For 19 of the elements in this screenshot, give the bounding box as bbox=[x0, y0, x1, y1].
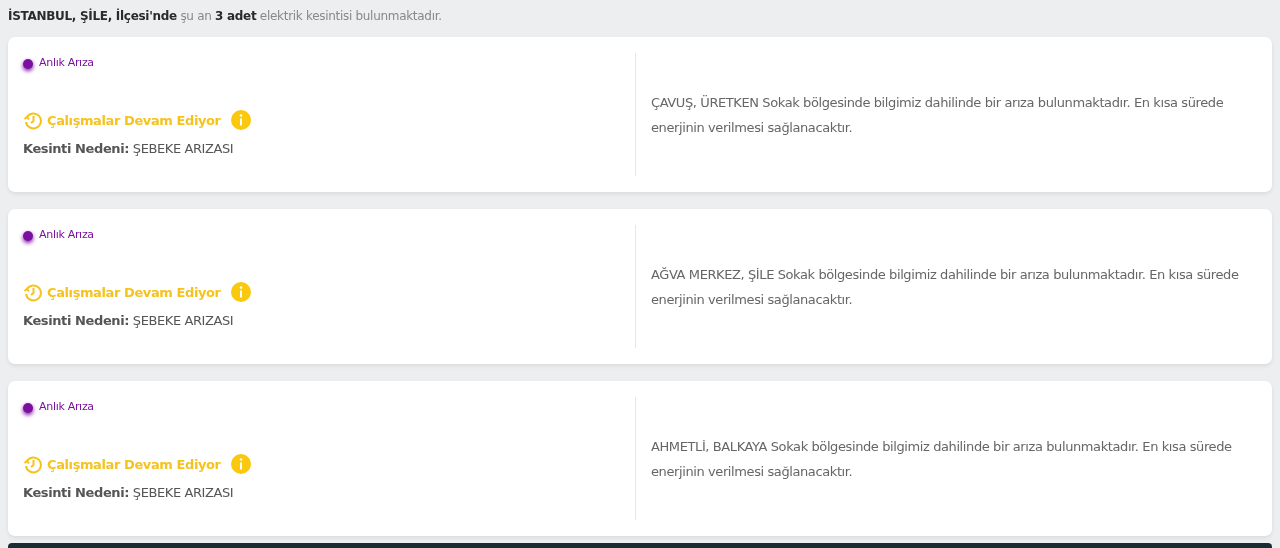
status-text: Çalışmalar Devam Ediyor bbox=[47, 284, 221, 300]
info-icon[interactable] bbox=[230, 282, 251, 302]
clock-icon bbox=[23, 282, 43, 302]
info-icon[interactable] bbox=[230, 110, 251, 130]
description-text: AHMETLİ, BALKAYA Sokak bölgesinde bilgimiz dahilinde bir arıza bulunmaktadır. En kısa sürede enerjinin verilmesi sağlanacaktır. bbox=[651, 437, 1233, 481]
summary-text: İSTANBUL, ŞİLE, İlçesi'nde şu an 3 adet elektrik kesintisi bulunmaktadır. bbox=[8, 7, 443, 25]
status-text: Çalışmalar Devam Ediyor bbox=[47, 112, 221, 128]
status-text: Çalışmalar Devam Ediyor bbox=[47, 456, 221, 472]
description-text: ÇAVUŞ, ÜRETKEN Sokak bölgesinde bilgimiz dahilinde bir arıza bulunmaktadır. En kısa sürede enerjinin verilmesi sağlanacaktır. bbox=[651, 93, 1225, 137]
clock-icon bbox=[23, 110, 43, 130]
outage-type: Anlık Arıza bbox=[39, 55, 94, 69]
reason-text: Kesinti Nedeni: ŞEBEKE ARIZASI bbox=[23, 313, 235, 328]
description-text: AĞVA MERKEZ, ŞİLE Sokak bölgesinde bilgimiz dahilinde bir arıza bulunmaktadır. En kısa sürede enerjinin verilmesi sağlanacaktır. bbox=[651, 265, 1240, 309]
reason-text: Kesinti Nedeni: ŞEBEKE ARIZASI bbox=[23, 485, 235, 500]
clock-icon bbox=[23, 454, 43, 474]
reason-text: Kesinti Nedeni: ŞEBEKE ARIZASI bbox=[23, 141, 235, 156]
info-icon[interactable] bbox=[230, 454, 251, 474]
outage-type: Anlık Arıza bbox=[39, 399, 94, 413]
outage-type: Anlık Arıza bbox=[39, 227, 94, 241]
